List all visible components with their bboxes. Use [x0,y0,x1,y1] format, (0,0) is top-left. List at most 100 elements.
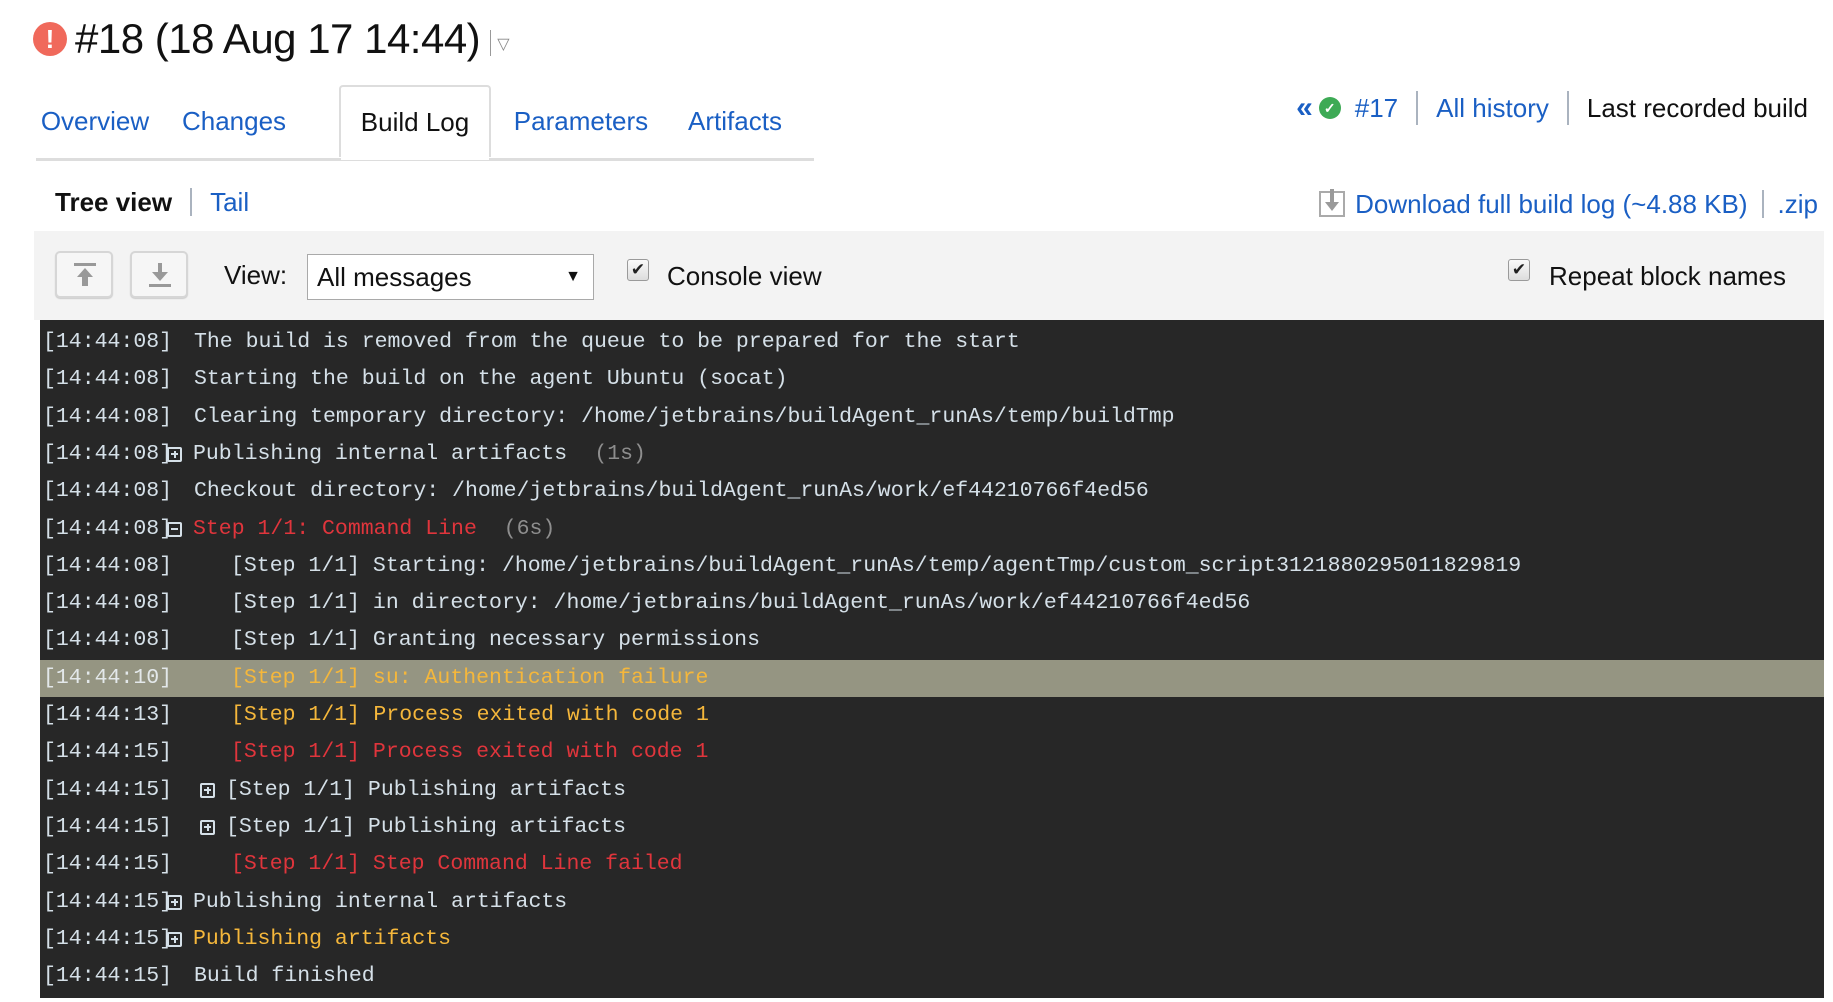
log-timestamp: [14:44:08] [43,516,173,541]
divider [190,188,193,216]
tab-overview[interactable]: Overview [36,85,154,157]
log-timestamp: [14:44:08] [43,404,173,429]
download-icon[interactable] [1319,189,1346,217]
scroll-top-icon [74,263,96,286]
log-message: Checkout directory: /home/jetbrains/buil… [194,479,1149,504]
chevron-down-icon[interactable]: ▽ [497,34,509,54]
tail-link[interactable]: Tail [210,187,249,218]
log-message: Build finished [194,964,375,989]
log-row[interactable]: [14:44:08] [Step 1/1] Starting: /home/jet… [40,548,1824,585]
title-divider [490,30,492,56]
log-message: Publishing artifacts [193,926,452,951]
tab-build-log[interactable]: Build Log [339,85,491,160]
log-row[interactable]: [14:44:13] [Step 1/1] Process exited with… [40,697,1824,734]
log-row[interactable]: [14:44:15] [Step 1/1] Publishing artifact… [40,809,1824,846]
scroll-to-top-button[interactable] [55,251,113,298]
log-row[interactable]: [14:44:08] Starting the build on the agen… [40,361,1824,398]
log-message: [Step 1/1] [231,703,361,727]
log-timestamp: [14:44:15] [43,889,173,914]
log-timestamp: [14:44:15] [43,740,173,765]
log-row[interactable]: [14:44:15] Publishing artifacts [40,921,1824,958]
tab-artifacts[interactable]: Artifacts [676,85,794,157]
log-message: [Step 1/1] su: Authentication failure [231,665,709,690]
log-message: Clearing temporary directory: /home/jetb… [194,404,1175,429]
build-failed-icon: ! [33,22,67,56]
log-message: [Step 1/1] Process exited with code 1 [231,740,709,765]
all-history-link[interactable]: All history [1436,93,1549,124]
collapse-icon[interactable] [167,521,182,537]
previous-build-link[interactable]: #17 [1355,93,1398,124]
repeat-block-names-checkbox[interactable]: ✔ [1508,259,1530,281]
divider [1416,91,1419,125]
view-filter-select[interactable]: All messages ▼ [307,254,594,300]
download-area: Download full build log (~4.88 KB) .zip [1319,184,1818,224]
tab-parameters[interactable]: Parameters [501,85,661,157]
scroll-bottom-icon [149,263,171,287]
log-timestamp: [14:44:08] [43,441,173,466]
build-navigation: « ✓ #17 All history Last recorded build [1296,88,1808,128]
log-message: Step 1/1: Command Line [193,516,477,541]
log-row[interactable]: [14:44:08] Clearing temporary directory: … [40,399,1824,436]
log-row[interactable]: [14:44:10] [Step 1/1] su: Authentication … [40,659,1824,697]
log-row[interactable]: [14:44:08] Step 1/1: Command Line (6s) [40,511,1824,548]
console-view-checkbox[interactable]: ✔ [627,259,649,281]
log-view-switch: Tree view Tail [55,182,249,222]
build-title-row: ! #18 (18 Aug 17 14:44) ▽ [33,14,510,64]
scroll-to-bottom-button[interactable] [130,251,188,298]
log-timestamp: [14:44:15] [43,814,173,839]
dropdown-arrow-icon: ▼ [565,268,581,285]
expand-icon[interactable] [167,931,182,947]
tree-view-label: Tree view [55,186,173,217]
log-message: [Step 1/1] Step Command Line failed [231,852,683,877]
divider [1566,91,1569,125]
log-message: Publishing internal artifacts [193,441,568,466]
tab-changes[interactable]: Changes [172,85,296,157]
log-row[interactable]: [14:44:15] [Step 1/1] Step Command Line f… [40,846,1824,883]
expand-icon[interactable] [167,446,182,462]
log-timestamp: [14:44:08] [43,479,173,504]
log-timestamp: [14:44:10] [43,665,173,690]
expand-icon[interactable] [200,782,215,798]
view-filter-value: All messages [317,262,472,292]
log-row[interactable]: [14:44:08] [Step 1/1] in directory: /home… [40,585,1824,622]
download-full-log-link[interactable]: Download full build log (~4.88 KB) [1355,189,1747,220]
previous-build-icon[interactable]: « [1296,91,1313,125]
log-message: [Step 1/1] Publishing artifacts [226,814,626,839]
repeat-block-names-label[interactable]: Repeat block names [1549,261,1786,292]
log-message: [Step 1/1] Starting: /home/jetbrains/bui… [231,553,1522,578]
log-message: Process exited with code 1 [360,703,709,727]
success-check-icon: ✓ [1318,97,1341,119]
expand-icon[interactable] [167,894,182,910]
log-timestamp: [14:44:15] [43,777,173,802]
log-timestamp: [14:44:08] [43,330,173,354]
log-message: [Step 1/1] Publishing artifacts [226,777,626,802]
log-message: [Step 1/1] Granting necessary permission… [231,628,760,653]
log-row[interactable]: [14:44:15] Build finished [40,958,1824,995]
log-timestamp: [14:44:15] [43,926,173,951]
divider [1761,190,1764,218]
log-toolbar: View: All messages ▼ ✔ Console view ✔ Re… [34,231,1824,320]
log-row[interactable]: [14:44:15] [Step 1/1] Process exited with… [40,734,1824,771]
log-timestamp: [14:44:15] [43,964,173,989]
build-log-console: [14:44:08] The build is removed from the … [40,320,1824,998]
log-timestamp: [14:44:08] [43,591,173,616]
download-zip-link[interactable]: .zip [1778,189,1818,220]
log-row[interactable]: [14:44:08] The build is removed from the … [40,324,1824,361]
log-row[interactable]: [14:44:15] [Step 1/1] Publishing artifact… [40,772,1824,809]
build-tabs: Overview Changes Build Log Parameters Ar… [36,85,814,161]
log-row[interactable]: [14:44:15] Publishing internal artifacts [40,884,1824,921]
log-message: (1s) [568,441,646,466]
log-row[interactable]: [14:44:08] Publishing internal artifacts … [40,436,1824,473]
last-recorded-build-label: Last recorded build [1586,92,1808,123]
console-view-label[interactable]: Console view [667,261,822,292]
log-row[interactable]: [14:44:08] [Step 1/1] Granting necessary … [40,622,1824,659]
log-message: Starting the build on the agent Ubuntu (… [194,367,788,392]
log-message: [Step 1/1] in directory: /home/jetbrains… [231,591,1251,616]
log-message: (6s) [477,516,556,541]
log-timestamp: [14:44:15] [43,852,173,877]
log-timestamp: [14:44:08] [43,367,173,392]
view-label: View: [224,260,288,290]
expand-icon[interactable] [200,819,215,835]
log-row[interactable]: [14:44:08] Checkout directory: /home/jetb… [40,473,1824,510]
page-title: #18 (18 Aug 17 14:44) [75,15,481,62]
